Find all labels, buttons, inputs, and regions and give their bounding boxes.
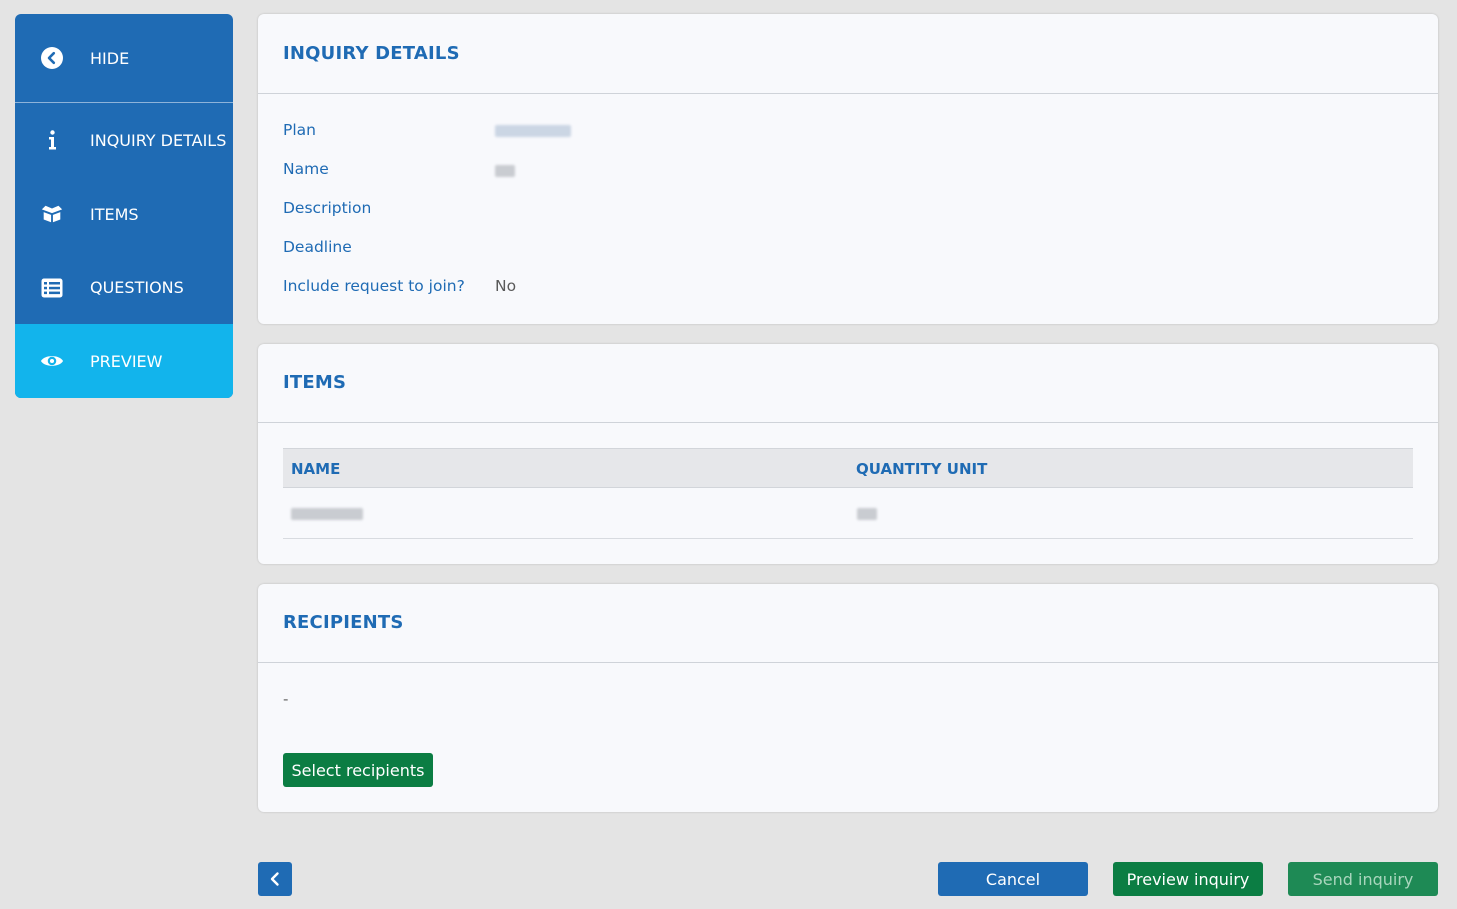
description-label: Description <box>283 199 372 217</box>
name-value-redacted <box>495 165 515 177</box>
card-divider <box>258 422 1438 423</box>
chevron-left-circle-icon <box>40 46 64 70</box>
send-inquiry-button[interactable]: Send inquiry <box>1288 862 1438 896</box>
column-header-quantity-unit: QUANTITY UNIT <box>856 460 988 478</box>
card-divider <box>258 662 1438 663</box>
sidebar-item-items[interactable]: ITEMS <box>15 177 233 251</box>
chevron-left-icon <box>270 872 279 886</box>
items-card: ITEMS NAME QUANTITY UNIT <box>258 344 1438 564</box>
sidebar-hide-label: HIDE <box>90 48 130 68</box>
sidebar-hide-button[interactable]: HIDE <box>15 14 233 102</box>
deadline-label: Deadline <box>283 238 352 256</box>
item-name-redacted <box>291 508 363 520</box>
eye-icon <box>40 349 64 373</box>
sidebar-item-preview[interactable]: PREVIEW <box>15 324 233 398</box>
cancel-button[interactable]: Cancel <box>938 862 1088 896</box>
list-icon <box>40 276 64 300</box>
sidebar-item-label: ITEMS <box>90 204 139 224</box>
plan-value-redacted <box>495 125 571 137</box>
card-divider <box>258 93 1438 94</box>
inquiry-details-card: INQUIRY DETAILS Plan Name Description De… <box>258 14 1438 324</box>
sidebar-item-inquiry-details[interactable]: INQUIRY DETAILS <box>15 103 233 177</box>
item-unit-redacted <box>857 508 877 520</box>
recipients-value: - <box>283 690 289 708</box>
sidebar-item-questions[interactable]: QUESTIONS <box>15 251 233 324</box>
recipients-title: RECIPIENTS <box>283 612 404 633</box>
sidebar: HIDE INQUIRY DETAILS ITEMS QUESTIONS PRE… <box>15 14 233 398</box>
back-button[interactable] <box>258 862 292 896</box>
name-label: Name <box>283 160 329 178</box>
select-recipients-button[interactable]: Select recipients <box>283 753 433 787</box>
box-icon <box>40 202 64 226</box>
sidebar-item-label: INQUIRY DETAILS <box>90 130 227 150</box>
info-icon <box>40 128 64 152</box>
plan-label: Plan <box>283 121 316 139</box>
column-header-name: NAME <box>291 460 341 478</box>
sidebar-item-label: QUESTIONS <box>90 278 184 297</box>
preview-inquiry-button[interactable]: Preview inquiry <box>1113 862 1263 896</box>
items-title: ITEMS <box>283 372 347 393</box>
recipients-card: RECIPIENTS - Select recipients <box>258 584 1438 812</box>
include-request-value: No <box>495 277 517 295</box>
inquiry-details-title: INQUIRY DETAILS <box>283 43 460 64</box>
table-row <box>283 488 1413 539</box>
sidebar-item-label: PREVIEW <box>90 351 163 371</box>
items-table-header: NAME QUANTITY UNIT <box>283 448 1413 488</box>
include-request-label: Include request to join? <box>283 277 465 295</box>
